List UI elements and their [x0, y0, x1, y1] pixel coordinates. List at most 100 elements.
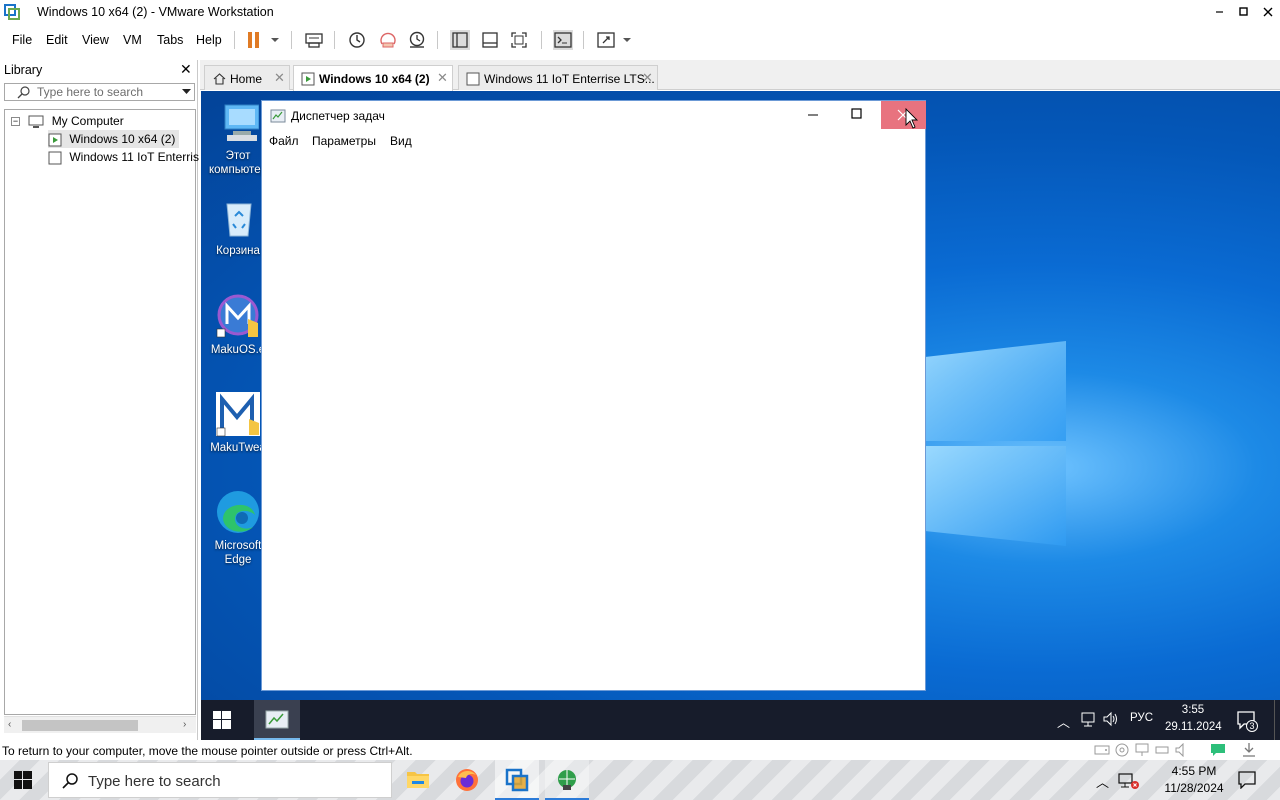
vmware-app-icon[interactable]: [4, 4, 20, 20]
show-library-icon[interactable]: [450, 30, 470, 50]
desktop-icon-label: Этот компьютер: [209, 150, 267, 176]
toolbar-separator: [291, 31, 292, 49]
edge-icon: [217, 491, 259, 533]
power-dropdown-icon[interactable]: [268, 30, 282, 50]
tree-item-windows10[interactable]: Windows 10 x64 (2): [48, 130, 180, 148]
guest-notification-count: 3: [1249, 721, 1255, 731]
maximize-button[interactable]: [1232, 0, 1256, 24]
guest-language[interactable]: РУС: [1130, 712, 1153, 724]
stretch-dropdown-icon[interactable]: [620, 30, 634, 50]
host-notification-icon[interactable]: [1238, 771, 1256, 789]
snapshot-icon[interactable]: [347, 30, 367, 50]
guest-show-desktop[interactable]: [1274, 700, 1279, 740]
tab-close-icon[interactable]: ✕: [437, 70, 448, 86]
host-show-hidden-icons[interactable]: ︿: [1096, 772, 1109, 791]
desktop-icon-label: MakuOS.e: [210, 344, 266, 356]
menu-tabs[interactable]: Tabs: [157, 33, 183, 47]
close-button[interactable]: [1256, 0, 1280, 24]
menu-help[interactable]: Help: [196, 33, 222, 47]
usb-status-icon[interactable]: [1154, 743, 1170, 757]
vm-screen[interactable]: Этот компьютер Корзина MakuOS.e MakuTwea…: [201, 91, 1280, 740]
vm-icon: [48, 151, 62, 165]
tab-home[interactable]: Home ✕: [204, 65, 290, 90]
tm-close-button[interactable]: [881, 101, 926, 129]
host-clock-time[interactable]: 4:55 PM: [1162, 764, 1226, 778]
library-close-icon[interactable]: ✕: [180, 61, 192, 78]
library-search-input[interactable]: [37, 85, 177, 99]
toolbar-separator: [334, 31, 335, 49]
revert-snapshot-icon[interactable]: [378, 30, 398, 50]
show-thumbnail-bar-icon[interactable]: [480, 30, 500, 50]
host-clock-date[interactable]: 11/28/2024: [1162, 781, 1226, 795]
search-icon: [17, 86, 30, 99]
host-network-icon[interactable]: [1117, 772, 1141, 790]
guest-network-icon[interactable]: [1080, 711, 1096, 727]
scrollbar-thumb[interactable]: [22, 720, 138, 731]
network-app-taskbar-icon[interactable]: [545, 760, 589, 800]
suspend-icon[interactable]: [245, 30, 265, 50]
menu-edit[interactable]: Edit: [46, 33, 68, 47]
host-search-box[interactable]: [48, 762, 392, 798]
tm-maximize-button[interactable]: [842, 101, 872, 129]
guest-start-icon[interactable]: [213, 711, 231, 729]
desktop-icon-label: Microsoft Edge: [214, 540, 262, 566]
tab-label: Windows 10 x64 (2): [319, 72, 430, 86]
scroll-right-icon[interactable]: ›: [183, 719, 186, 730]
guest-show-hidden-icons[interactable]: ︿: [1057, 712, 1070, 731]
status-bar: To return to your computer, move the mou…: [0, 740, 1280, 760]
search-icon: [62, 773, 78, 789]
host-search-input[interactable]: [88, 772, 378, 790]
tab-windows11[interactable]: Windows 11 IoT Enterrise LTS... ✕: [458, 65, 658, 90]
guest-clock-date[interactable]: 29.11.2024: [1165, 721, 1222, 733]
full-screen-icon[interactable]: [509, 30, 529, 50]
tm-menu-view[interactable]: Вид: [390, 134, 412, 148]
host-taskbar: ︿ 4:55 PM 11/28/2024: [0, 760, 1280, 800]
menu-file[interactable]: File: [12, 33, 32, 47]
cd-status-icon[interactable]: [1115, 743, 1129, 757]
tree-item-windows11[interactable]: Windows 11 IoT Enterris: [48, 148, 199, 166]
tab-label: Windows 11 IoT Enterrise LTS...: [484, 72, 655, 86]
chevron-down-icon[interactable]: [181, 88, 192, 96]
send-ctrl-alt-del-icon[interactable]: [304, 30, 324, 50]
title-bar: Windows 10 x64 (2) - VMware Workstation: [0, 0, 1280, 24]
makutweaker-icon: [216, 392, 260, 437]
network-status-icon[interactable]: [1134, 743, 1150, 757]
library-horizontal-scrollbar[interactable]: ‹ ›: [4, 716, 196, 733]
library-tree: − My Computer Windows 10 x64 (2) Windows…: [4, 109, 199, 715]
host-start-icon[interactable]: [14, 771, 32, 789]
toolbar-separator: [583, 31, 584, 49]
tab-close-icon[interactable]: ✕: [274, 70, 285, 86]
hdd-status-icon[interactable]: [1094, 743, 1110, 757]
tm-menu-options[interactable]: Параметры: [312, 134, 376, 148]
task-manager-title: Диспетчер задач: [291, 109, 385, 123]
firefox-icon[interactable]: [455, 768, 479, 792]
guest-clock-time[interactable]: 3:55: [1165, 704, 1221, 716]
guest-volume-icon[interactable]: [1102, 711, 1120, 727]
tab-close-icon[interactable]: ✕: [642, 70, 653, 86]
collapse-icon[interactable]: −: [11, 117, 20, 127]
vmware-taskbar-icon[interactable]: [495, 760, 539, 800]
snapshot-manager-icon[interactable]: [407, 30, 427, 50]
stretch-guest-icon[interactable]: [596, 30, 616, 50]
message-log-icon[interactable]: [1210, 743, 1226, 757]
task-manager-icon: [270, 109, 286, 123]
minimize-button[interactable]: [1208, 0, 1232, 24]
guest-taskbar-task-manager[interactable]: [254, 700, 300, 740]
scroll-left-icon[interactable]: ‹: [8, 719, 11, 730]
tm-menu-file[interactable]: Файл: [269, 134, 299, 148]
toolbar-separator: [437, 31, 438, 49]
menu-vm[interactable]: VM: [123, 33, 142, 47]
sound-status-icon[interactable]: [1174, 743, 1190, 757]
tm-minimize-button[interactable]: [798, 101, 828, 129]
download-icon[interactable]: [1242, 742, 1256, 758]
desktop-icon-label: MakuTwea: [210, 442, 266, 454]
home-icon: [213, 73, 226, 85]
file-explorer-icon[interactable]: [406, 768, 430, 790]
console-view-icon[interactable]: [553, 30, 573, 50]
tree-item-my-computer[interactable]: − My Computer: [11, 112, 124, 130]
tab-bar: Home ✕ Windows 10 x64 (2) ✕ Windows 11 I…: [200, 60, 1280, 91]
menu-view[interactable]: View: [82, 33, 109, 47]
task-manager-window[interactable]: Диспетчер задач Файл Параметры Вид: [261, 100, 926, 691]
makuos-icon: [216, 294, 259, 338]
tab-windows10[interactable]: Windows 10 x64 (2) ✕: [293, 65, 453, 91]
